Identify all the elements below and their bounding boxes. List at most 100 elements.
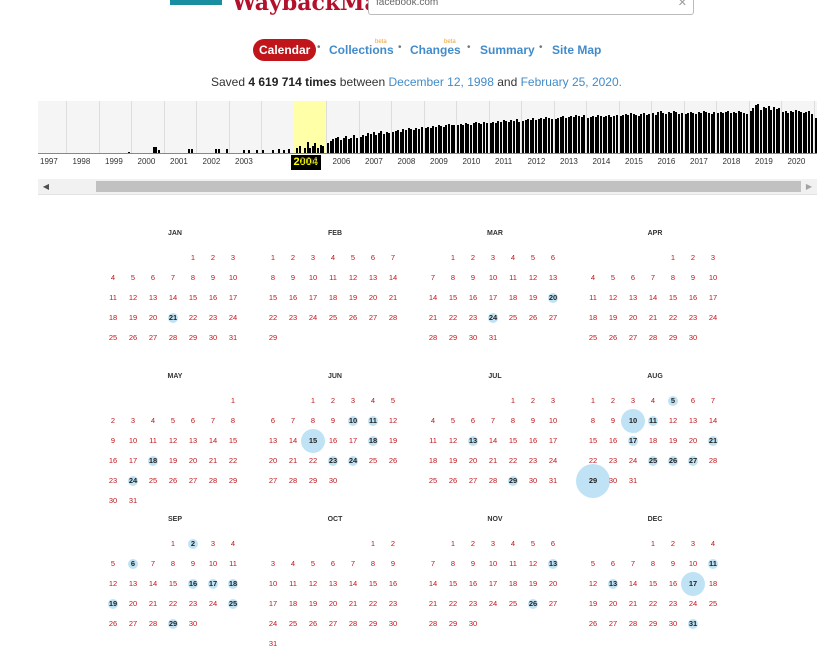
tab-changes[interactable]: Changes beta <box>410 39 461 61</box>
first-capture-link[interactable]: December 12, 1998 <box>388 75 493 89</box>
calendar-day[interactable]: 21 <box>703 431 723 451</box>
sparkline-year-2005[interactable] <box>326 101 359 153</box>
sparkline-year-2001[interactable] <box>196 101 229 153</box>
sparkline-year-1999[interactable] <box>131 101 164 153</box>
year-label-2007[interactable]: 2007 <box>365 157 383 166</box>
year-label-1999[interactable]: 1999 <box>105 157 123 166</box>
tab-calendar[interactable]: Calendar <box>253 39 317 61</box>
capture-sparkline[interactable] <box>38 101 817 153</box>
calendar-day[interactable]: 24 <box>123 471 143 491</box>
year-label-2005[interactable]: 2005 <box>300 157 318 166</box>
calendar-day[interactable]: 15 <box>301 429 325 453</box>
year-label-2010[interactable]: 2010 <box>463 157 481 166</box>
year-label-2011[interactable]: 2011 <box>495 157 512 166</box>
sparkline-year-2018[interactable] <box>748 101 782 153</box>
sparkline-year-2006[interactable] <box>358 101 392 153</box>
year-label-2013[interactable]: 2013 <box>560 157 578 166</box>
calendar-day[interactable]: 11 <box>643 411 663 431</box>
day-number: 26 <box>348 313 358 322</box>
sparkline-year-2017[interactable] <box>716 101 749 153</box>
scrollbar-thumb[interactable] <box>96 181 801 192</box>
calendar-day[interactable]: 13 <box>543 554 563 574</box>
sparkline-year-2010[interactable] <box>488 101 522 153</box>
calendar-day[interactable]: 11 <box>703 554 723 574</box>
calendar-day[interactable]: 5 <box>663 391 683 411</box>
year-label-2000[interactable]: 2000 <box>138 157 156 166</box>
calendar-day[interactable]: 18 <box>223 574 243 594</box>
calendar-day[interactable]: 2 <box>183 534 203 554</box>
calendar-day[interactable]: 31 <box>683 614 703 634</box>
calendar-day[interactable]: 11 <box>363 411 383 431</box>
sparkline-year-2016[interactable] <box>683 101 717 153</box>
calendar-day[interactable]: 26 <box>523 594 543 614</box>
calendar-day[interactable]: 26 <box>663 451 683 471</box>
calendar-day[interactable]: 17 <box>681 572 705 596</box>
sparkline-year-2009[interactable] <box>456 101 489 153</box>
calendar-day[interactable]: 18 <box>143 451 163 471</box>
year-label-2015[interactable]: 2015 <box>625 157 643 166</box>
timeline-scrollbar[interactable]: ◀ ▶ <box>38 179 817 195</box>
calendar-day[interactable]: 17 <box>203 574 223 594</box>
calendar-day[interactable]: 27 <box>683 451 703 471</box>
calendar-day: 23 <box>283 308 303 328</box>
sparkline-year-2008[interactable] <box>423 101 457 153</box>
sparkline-year-2003[interactable] <box>261 101 294 153</box>
sparkline-year-2015[interactable] <box>651 101 684 153</box>
calendar-day[interactable]: 20 <box>543 288 563 308</box>
year-label-2002[interactable]: 2002 <box>203 157 221 166</box>
tab-site-map[interactable]: Site Map <box>552 39 601 61</box>
sparkline-year-1998[interactable] <box>98 101 132 153</box>
calendar-day[interactable]: 19 <box>103 594 123 614</box>
calendar-day[interactable]: 13 <box>603 574 623 594</box>
url-search-input[interactable]: facebook.com ✕ <box>368 0 694 15</box>
year-label-2001[interactable]: 2001 <box>170 157 188 166</box>
calendar-day[interactable]: 17 <box>623 431 643 451</box>
year-label-1998[interactable]: 1998 <box>73 157 91 166</box>
tab-summary[interactable]: Summary <box>480 39 535 61</box>
year-label-2009[interactable]: 2009 <box>430 157 448 166</box>
year-label-2018[interactable]: 2018 <box>723 157 741 166</box>
sparkline-year-2002[interactable] <box>228 101 262 153</box>
last-capture-link[interactable]: February 25, 2020. <box>521 75 622 89</box>
year-label-2014[interactable]: 2014 <box>593 157 611 166</box>
year-label-2017[interactable]: 2017 <box>690 157 708 166</box>
calendar-day[interactable]: 29 <box>163 614 183 634</box>
sparkline-year-2020[interactable] <box>813 101 818 153</box>
calendar-day[interactable]: 29 <box>503 471 523 491</box>
sparkline-year-2007[interactable] <box>391 101 424 153</box>
calendar-day[interactable]: 24 <box>483 308 503 328</box>
sparkline-year-2004[interactable] <box>293 101 326 153</box>
calendar-day[interactable]: 6 <box>123 554 143 574</box>
year-label-2003[interactable]: 2003 <box>235 157 253 166</box>
calendar-day[interactable]: 23 <box>323 451 343 471</box>
sparkline-year-2012[interactable] <box>553 101 587 153</box>
calendar-day[interactable]: 13 <box>463 431 483 451</box>
year-label-2008[interactable]: 2008 <box>398 157 416 166</box>
year-label-2006[interactable]: 2006 <box>333 157 351 166</box>
arrow-right-icon[interactable]: ▶ <box>803 181 815 192</box>
year-label-2012[interactable]: 2012 <box>528 157 546 166</box>
calendar-day[interactable]: 16 <box>183 574 203 594</box>
calendar-day[interactable]: 10 <box>621 409 645 433</box>
calendar-day[interactable]: 25 <box>223 594 243 614</box>
tab-collections[interactable]: Collections beta <box>329 39 394 61</box>
calendar-day[interactable]: 24 <box>343 451 363 471</box>
calendar-day[interactable]: 10 <box>343 411 363 431</box>
sparkline-year-2000[interactable] <box>163 101 197 153</box>
year-label-2019[interactable]: 2019 <box>755 157 773 166</box>
sparkline-year-1997[interactable] <box>66 101 99 153</box>
calendar-day[interactable]: 18 <box>363 431 383 451</box>
calendar-day[interactable]: 21 <box>163 308 183 328</box>
arrow-left-icon[interactable]: ◀ <box>40 181 52 192</box>
sparkline-year-2013[interactable] <box>586 101 619 153</box>
clear-icon[interactable]: ✕ <box>678 0 687 9</box>
sparkline-year-2014[interactable] <box>618 101 652 153</box>
day-number: 24 <box>688 599 698 608</box>
sparkline-year-2011[interactable] <box>521 101 554 153</box>
year-label-1997[interactable]: 1997 <box>40 157 58 166</box>
year-label-2020[interactable]: 2020 <box>788 157 806 166</box>
calendar-day[interactable]: 29 <box>576 464 610 498</box>
sparkline-year-2019[interactable] <box>781 101 814 153</box>
year-label-2016[interactable]: 2016 <box>658 157 676 166</box>
calendar-day[interactable]: 25 <box>643 451 663 471</box>
